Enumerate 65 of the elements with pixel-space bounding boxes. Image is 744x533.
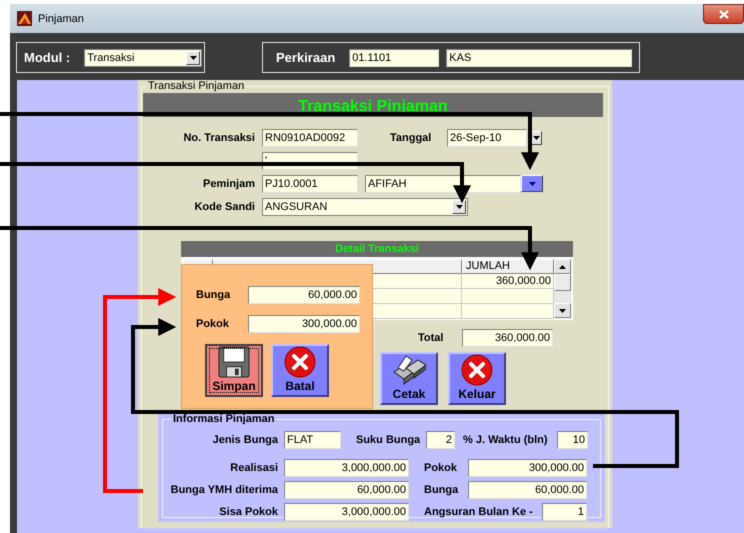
group-legend: Transaksi Pinjaman [146,80,246,92]
field-label: Peminjam [202,178,255,190]
field-label: % J. Waktu (bln) [463,434,549,446]
caret-icon [528,182,536,186]
field-label: Angsuran Bulan Ke - [424,506,534,518]
text-field[interactable]: AFIFAH [365,174,521,192]
text-field[interactable]: 360,000.00 [462,329,553,347]
arrow-down-icon [559,308,566,312]
text-field[interactable]: 01.1101 [349,48,440,66]
column-header[interactable]: JUMLAH [462,259,554,274]
printer-icon [392,354,426,386]
text-field[interactable]: 60,000.00 [284,480,409,498]
arrow-up-icon [559,264,566,268]
field-label: Jenis Bunga [212,434,278,446]
field-label: Realisasi [229,462,278,474]
text-field[interactable]: 60,000.00 [468,480,587,498]
caret-icon [190,56,197,60]
field-label: Modul : [24,50,70,65]
text-field[interactable]: 2 [426,430,455,448]
table-cell: 360,000.00 [462,274,554,289]
button[interactable]: Simpan [205,344,263,397]
text-field[interactable]: 10 [557,430,588,448]
text-field[interactable]: 26-Sep-10 [447,128,527,146]
text-field[interactable]: 3,000,000.00 [284,502,409,520]
dropdown-button[interactable] [186,50,200,64]
window-title: Pinjaman [38,12,84,24]
field-label: Pokok [196,318,230,330]
text-field[interactable]: KAS [446,48,632,66]
field-label: Bunga YMH diterima [170,484,278,496]
field-label: Bunga [424,484,460,496]
field-label: Suku Bunga [356,434,418,446]
text-field[interactable]: 3,000,000.00 [284,458,409,476]
close-button[interactable] [703,4,744,24]
field-label: Tanggal [390,132,432,144]
section-header: Detail Transaksi [181,241,573,257]
field-label: Pokok [424,462,458,474]
text-field[interactable]: RN0910AD0092 [262,128,358,146]
close-icon [461,354,493,386]
text-field[interactable]: 300,000.00 [248,315,360,333]
dropdown-field[interactable]: ANGSURAN [262,198,468,216]
close-icon [284,346,316,378]
text-field[interactable]: 1 [542,502,587,520]
field-label: Total [418,332,444,344]
group-legend: Informasi Pinjaman [171,413,276,425]
field-label: Kode Sandi [193,200,255,212]
text-field[interactable]: PJ10.0001 [262,174,358,192]
caret-icon [456,204,462,208]
text-field[interactable]: 300,000.00 [468,458,587,476]
text-field[interactable]: 60,000.00 [248,286,360,304]
close-icon [718,10,728,18]
caret-icon [532,136,540,140]
button[interactable]: Keluar [448,352,506,405]
dropdown-field[interactable]: Transaksi [84,48,202,66]
scrollbar[interactable] [554,259,571,318]
button[interactable]: Batal [271,344,329,397]
dropdown-button[interactable] [521,175,543,192]
scroll-thumb[interactable] [554,274,571,291]
field-label: No. Transaksi [182,132,255,144]
field-label: Perkiraan [276,50,336,65]
field-label: Sisa Pokok [218,506,278,518]
text-field[interactable]: FLAT [284,430,341,448]
field-label: Bunga [196,289,232,301]
dropdown-button[interactable] [452,200,466,214]
button[interactable]: Cetak [380,352,438,405]
app-icon [17,11,32,26]
